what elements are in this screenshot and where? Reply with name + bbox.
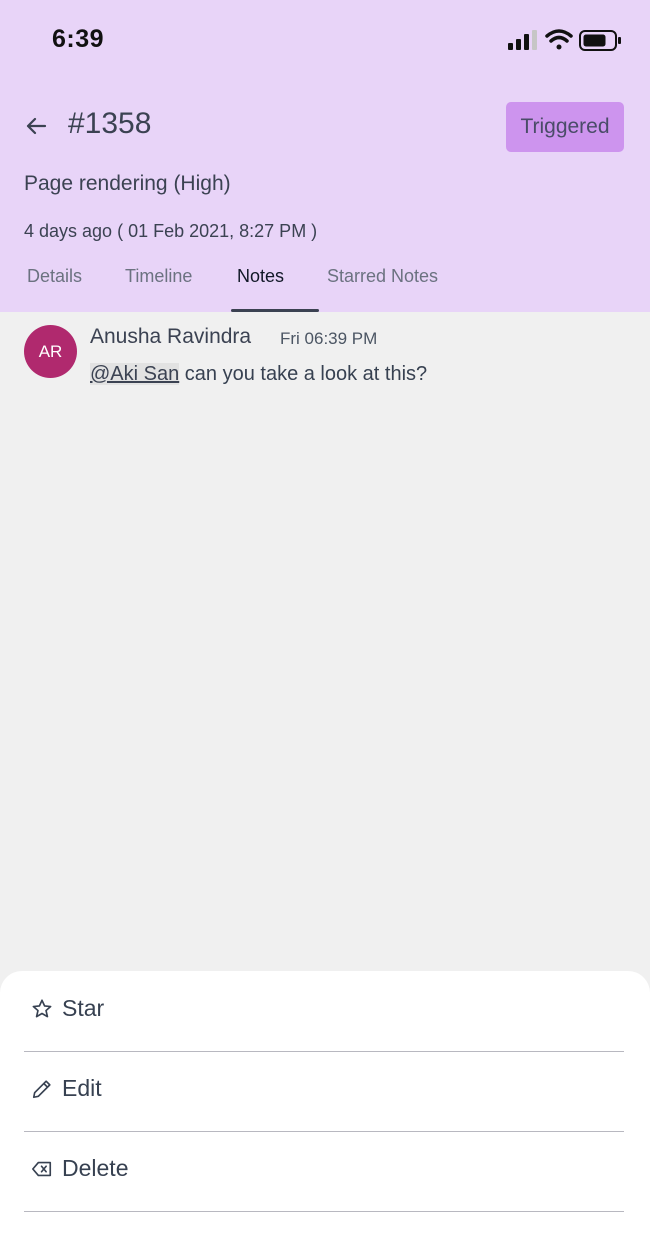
user-mention-link[interactable]: @Aki San [90, 363, 180, 385]
back-arrow-icon[interactable] [20, 110, 52, 142]
delete-label: Delete [62, 1155, 129, 1181]
tab-timeline[interactable]: Timeline [125, 266, 192, 287]
star-label: Star [62, 995, 105, 1021]
delete-action[interactable]: Delete [24, 1131, 624, 1212]
cellular-signal-icon [508, 30, 537, 50]
note-body: @Aki San can you take a look at this? [90, 363, 427, 386]
incident-title: Page rendering (High) [24, 172, 231, 195]
tab-starred-notes[interactable]: Starred Notes [327, 266, 438, 287]
note-action-sheet: Star Edit Delete [0, 971, 650, 1234]
incident-time: 4 days ago ( 01 Feb 2021, 8:27 PM ) [24, 221, 318, 241]
active-tab-indicator [231, 309, 319, 312]
wifi-icon [545, 29, 573, 50]
pencil-icon [32, 1080, 51, 1099]
tab-bar: Details Timeline Notes Starred Notes [0, 262, 650, 312]
note-timestamp: Fri 06:39 PM [280, 329, 378, 348]
star-action[interactable]: Star [24, 971, 624, 1052]
star-icon [32, 999, 52, 1018]
tab-details[interactable]: Details [27, 266, 82, 287]
status-button[interactable]: Triggered [506, 102, 624, 152]
note-text: can you take a look at this? [179, 363, 428, 385]
note-author: Anusha Ravindra [90, 325, 252, 348]
edit-label: Edit [62, 1075, 102, 1101]
status-bar-time: 6:39 [52, 25, 105, 53]
avatar: AR [24, 325, 77, 378]
edit-action[interactable]: Edit [24, 1051, 624, 1132]
status-bar-icons [508, 29, 621, 51]
battery-icon [579, 30, 621, 51]
tab-notes[interactable]: Notes [237, 266, 284, 287]
backspace-icon [32, 1161, 52, 1177]
incident-header: 6:39 #1358 Triggered Page rendering (Hig… [0, 0, 650, 312]
incident-id: #1358 [68, 107, 152, 140]
